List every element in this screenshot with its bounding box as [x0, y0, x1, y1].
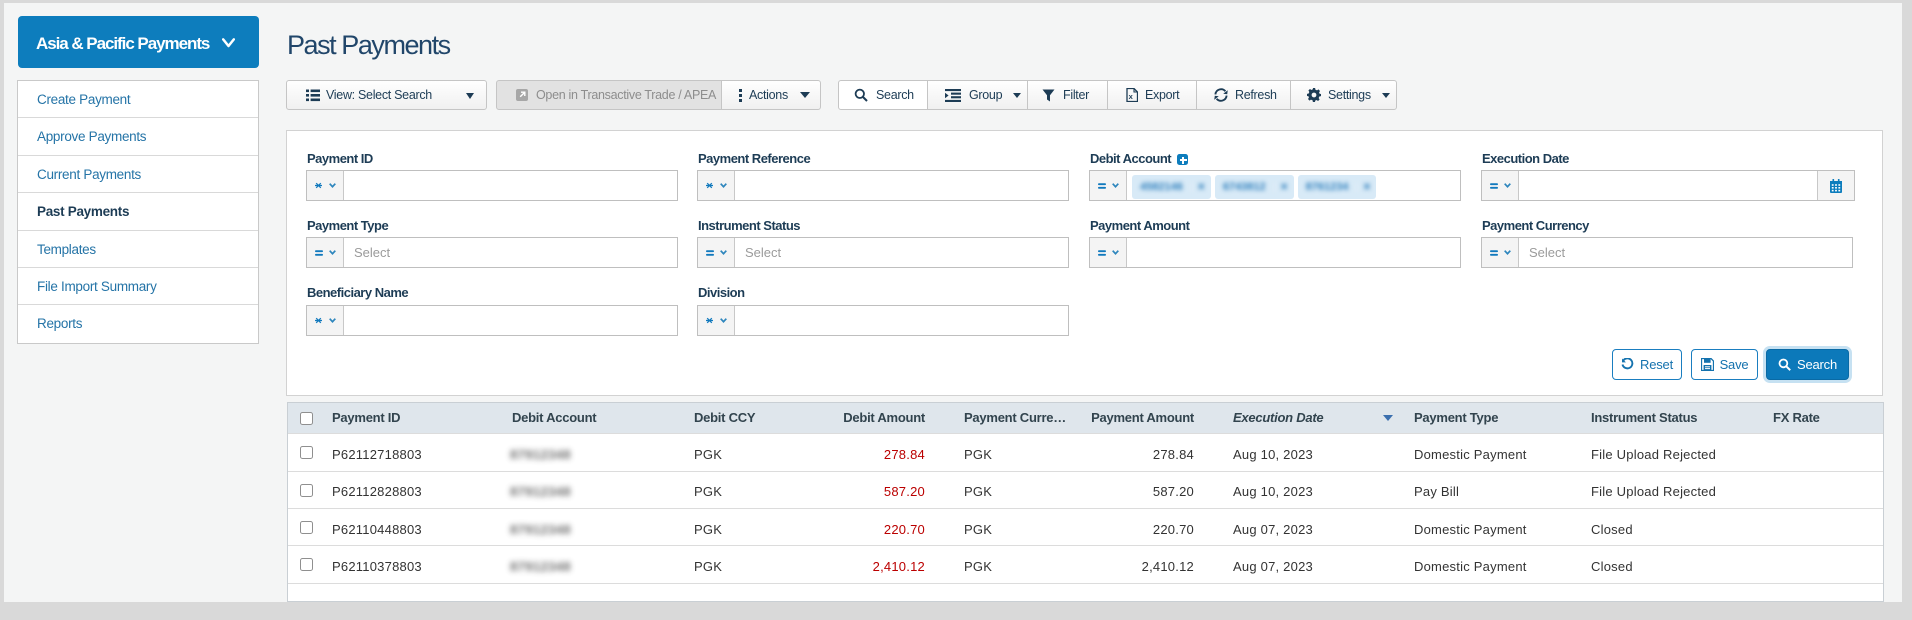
- svg-text:x: x: [1129, 92, 1134, 101]
